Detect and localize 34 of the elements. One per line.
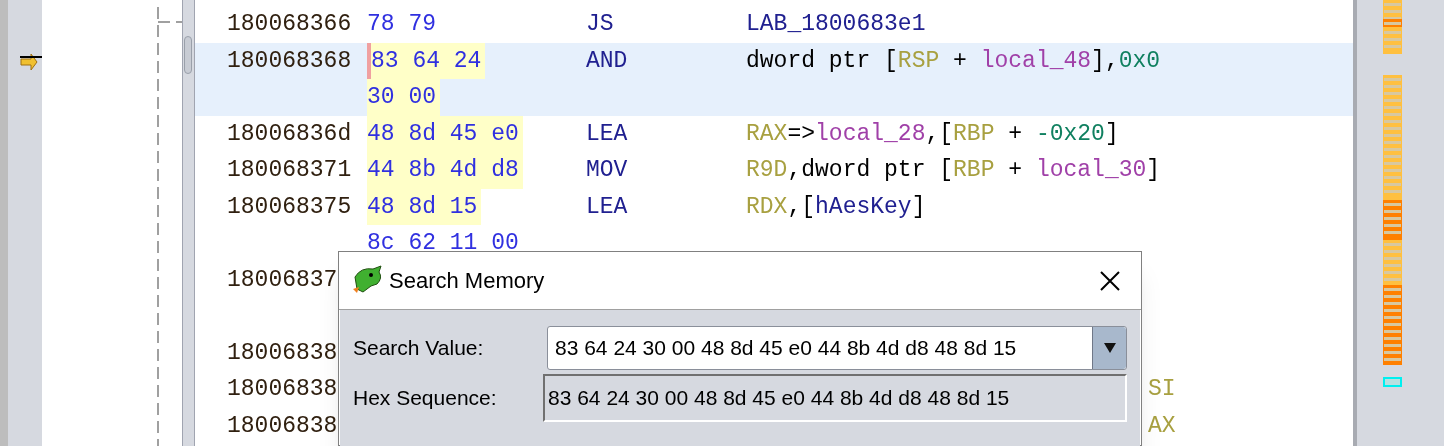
field-label: Search Value:: [353, 335, 485, 362]
address-text: 180068368: [227, 46, 353, 76]
bytes-text: 48 8d 45 e0: [367, 115, 523, 152]
operand-text: dword ptr [RSP + local_48],0x0: [746, 46, 1161, 76]
bytes-text: 30 00: [367, 79, 440, 116]
operand-text: RDX,[hAesKey]: [746, 192, 926, 222]
mnemonic-text: LEA: [586, 119, 629, 149]
address-text: 18006838: [227, 411, 339, 441]
scrollbar-thumb[interactable]: [184, 36, 192, 74]
mnemonic-text: AND: [586, 46, 629, 76]
mnemonic-text: LEA: [586, 192, 629, 222]
address-text: 180068371: [227, 156, 353, 185]
mnemonic-text: MOV: [586, 156, 629, 185]
bytes-text: 83 64 24: [367, 42, 486, 79]
operand-text: LAB_1800683e1: [746, 10, 926, 39]
dropdown-arrow-icon[interactable]: [1103, 343, 1116, 353]
hex-sequence-field: 83 64 24 30 00 48 8d 45 e0 44 8b 4d d8 48 8d 15: [543, 374, 1127, 422]
operand-text: SI: [1148, 375, 1176, 404]
search-value-combo[interactable]: 83 64 24 30 00 48 8d 45 e0 44 8b 4d d8 48 8d 15: [547, 326, 1127, 370]
operand-text: AX: [1148, 411, 1176, 441]
address-text: 18006837: [227, 265, 339, 295]
bytes-text: 48 8d 15: [367, 188, 482, 225]
mnemonic-text: JS: [586, 10, 615, 39]
bytes-text: 78 79: [367, 10, 437, 39]
field-label: Hex Sequence:: [353, 385, 498, 412]
bytes-text: 44 8b 4d d8: [367, 152, 523, 189]
close-icon[interactable]: [1099, 269, 1121, 292]
address-text: 180068375: [227, 192, 353, 222]
operand-text: R9D,dword ptr [RBP + local_30]: [746, 156, 1161, 185]
address-text: 18006836d: [227, 119, 353, 149]
dialog-title: Search Memory: [389, 267, 545, 295]
bytes-text: 8c 62 11 00: [367, 229, 520, 258]
operand-text: RAX=>local_28,[RBP + -0x20]: [746, 119, 1119, 149]
address-text: 180068366: [227, 10, 353, 39]
